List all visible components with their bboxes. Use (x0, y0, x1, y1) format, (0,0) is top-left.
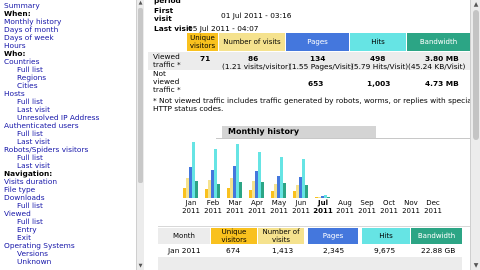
month-axis-label[interactable]: Jun 2011 (290, 199, 312, 215)
table-top-rule (158, 226, 470, 227)
table-header-month: Month (158, 228, 210, 244)
not-viewed-pages: 653 (308, 79, 324, 88)
month-axis-label[interactable]: Feb 2011 (202, 199, 224, 215)
main-scroll-thumb[interactable] (473, 10, 479, 140)
row-visits: 1,413 (272, 246, 294, 255)
not-viewed-traffic-label: Not viewed traffic * (153, 69, 181, 94)
axis-month: Aug (338, 199, 352, 207)
bandwidth-bar (195, 181, 198, 198)
row-hits: 9,675 (374, 246, 396, 255)
axis-month: Apr (250, 199, 264, 207)
month-axis-label[interactable]: Jul 2011 (312, 199, 334, 215)
scroll-up-arrow-icon[interactable]: ▲ (137, 0, 144, 7)
viewed-pages-sub: (1.55 Pages/Visit) (289, 62, 354, 71)
footnote-line2: HTTP status codes. (153, 104, 224, 113)
axis-month: Nov (404, 199, 418, 207)
bandwidth-bar (283, 183, 286, 198)
month-axis-label[interactable]: Dec 2011 (422, 199, 444, 215)
axis-month: Sep (360, 199, 374, 207)
axis-month: Oct (382, 199, 396, 207)
axis-month: May (271, 199, 287, 207)
sidebar-item-link[interactable]: Unknown (17, 258, 51, 266)
monthly-history-chart (180, 142, 444, 198)
table-header-number-of-visits: Number of visits (258, 228, 304, 244)
header-bandwidth: Bandwidth (407, 33, 470, 51)
not-viewed-bandwidth: 4.73 MB (425, 79, 459, 88)
bandwidth-bar (217, 184, 220, 198)
month-axis-label[interactable]: Mar 2011 (224, 199, 246, 215)
month-axis-label[interactable]: Apr 2011 (246, 199, 268, 215)
table-header-hits: Hits (362, 228, 410, 244)
last-visit-label: Last visit (154, 24, 193, 33)
bandwidth-bar (261, 182, 264, 198)
axis-month: Jan (185, 199, 197, 207)
first-visit-label: First visit (154, 6, 174, 23)
header-pages: Pages (286, 33, 349, 51)
first-visit-value: 01 Jul 2011 - 03:16 (221, 11, 292, 20)
table-row (158, 257, 462, 270)
month-axis-label[interactable]: Sep 2011 (356, 199, 378, 215)
monthly-history-title: Monthly history (222, 126, 376, 138)
scroll-up-arrow-icon[interactable]: ▲ (471, 0, 480, 9)
header-hits: Hits (350, 33, 406, 51)
row-pages: 2,345 (323, 246, 345, 255)
row-bandwidth: 22.88 GB (421, 246, 456, 255)
scroll-down-arrow-icon[interactable]: ▼ (137, 263, 144, 270)
axis-year: 2011 (270, 207, 288, 215)
bandwidth-bar (327, 197, 330, 198)
viewed-traffic-label: Viewed traffic * (153, 52, 181, 69)
main-scrollbar[interactable]: ▲ ▼ (470, 0, 480, 270)
section-divider (216, 138, 470, 139)
row-unique: 674 (226, 246, 241, 255)
axis-year: 2011 (424, 207, 442, 215)
table-row (158, 245, 462, 256)
axis-month: Feb (206, 199, 220, 207)
sidebar-scrollbar[interactable]: ▲ ▼ (136, 0, 144, 270)
axis-year: 2011 (380, 207, 398, 215)
axis-year: 2011 (226, 207, 244, 215)
axis-month: Jul (318, 199, 328, 207)
axis-month: Dec (426, 199, 440, 207)
row-month: Jan 2011 (168, 246, 201, 255)
header-unique-visitors: Unique visitors (187, 33, 218, 51)
bandwidth-bar (239, 181, 242, 198)
period-label: period (154, 0, 181, 5)
viewed-bandwidth-sub: (45.24 KB/Visit) (408, 62, 466, 71)
bandwidth-bar (305, 184, 308, 198)
month-axis-label[interactable]: Nov 2011 (400, 199, 422, 215)
table-header-bandwidth: Bandwidth (411, 228, 462, 244)
not-viewed-hits: 1,003 (367, 79, 391, 88)
axis-year: 2011 (313, 207, 333, 215)
axis-month: Mar (228, 199, 242, 207)
axis-year: 2011 (292, 207, 310, 215)
header-number-of-visits: Number of visits (219, 33, 285, 51)
month-axis-label[interactable]: Oct 2011 (378, 199, 400, 215)
month-axis-label[interactable]: Jan 2011 (180, 199, 202, 215)
monthly-chart-axis-labels: Jan 2011 Feb 2011 Mar 2011 Apr 2011 May 2011 Jun 20… (180, 199, 444, 217)
last-visit-value: 05 Jul 2011 - 04:07 (188, 24, 259, 33)
axis-month: Jun (295, 199, 307, 207)
axis-year: 2011 (336, 207, 354, 215)
sidebar-menu: Summary When: Monthly history Days of month… (0, 0, 144, 270)
sidebar-scroll-thumb[interactable] (138, 8, 143, 183)
month-axis-label[interactable]: May 2011 (268, 199, 290, 215)
month-axis-label[interactable]: Aug 2011 (334, 199, 356, 215)
table-header-unique-visitors: Unique visitors (211, 228, 257, 244)
table-header-pages: Pages (308, 228, 358, 244)
axis-year: 2011 (358, 207, 376, 215)
axis-year: 2011 (402, 207, 420, 215)
viewed-unique: 71 (200, 54, 211, 63)
axis-year: 2011 (204, 207, 222, 215)
viewed-hits-sub: (5.79 Hits/Visit) (351, 62, 409, 71)
viewed-visits-sub: (1.21 visits/visitor) (222, 62, 291, 71)
scroll-down-arrow-icon[interactable]: ▼ (471, 261, 480, 270)
axis-year: 2011 (182, 207, 200, 215)
axis-year: 2011 (248, 207, 266, 215)
